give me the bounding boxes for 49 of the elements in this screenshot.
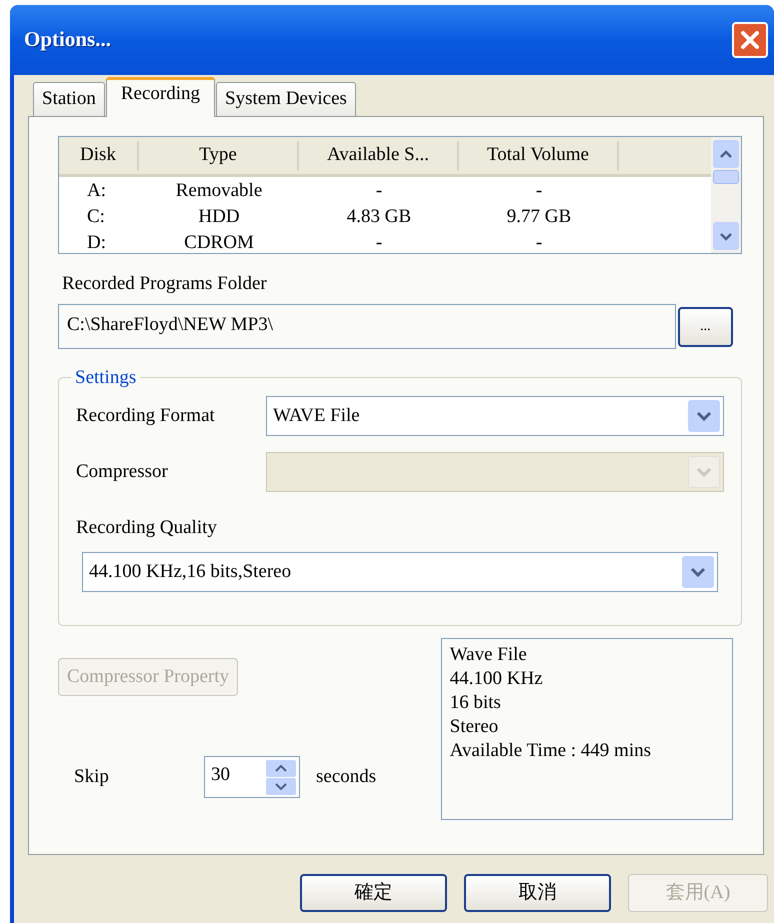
table-cell-text: C: (86, 207, 106, 227)
field-label: Recording Quality (76, 516, 218, 540)
table-cell-text: A: (86, 181, 107, 201)
field-label: Recording Format (76, 404, 216, 428)
column-header[interactable]: Type (139, 142, 299, 170)
tab[interactable]: System Devices (216, 82, 356, 116)
close-icon (740, 30, 760, 50)
table-cell-text: HDD (197, 207, 241, 227)
browse-button[interactable]: ... (678, 306, 733, 346)
info-line: 16 bits (450, 691, 502, 715)
tab[interactable]: Station (33, 82, 105, 116)
table-cell-text: - (534, 181, 544, 201)
table-cell-text: D: (86, 233, 107, 253)
close-button[interactable] (732, 22, 768, 58)
scroll-thumb[interactable] (713, 170, 739, 184)
table-cell-text: 4.83 GB (346, 207, 412, 227)
dialog-button[interactable]: 確定 (300, 874, 447, 912)
column-header[interactable]: Available S... (299, 142, 459, 170)
quality-dropdown[interactable]: 44.100 KHz,16 bits,Stereo (82, 552, 718, 592)
info-line: Wave File (450, 643, 528, 667)
spin-up-button[interactable] (266, 760, 296, 776)
info-line: Available Time : 449 mins (450, 739, 652, 763)
folder-field[interactable]: C:\ShareFloyd\NEW MP3\ (58, 304, 676, 349)
unit-label: seconds (316, 764, 376, 789)
table-cell-text: - (374, 181, 384, 201)
dropdown[interactable]: WAVE File (266, 396, 724, 436)
column-header[interactable]: Total Volume (459, 142, 619, 170)
table-cell-text: - (374, 233, 384, 253)
column-header[interactable]: Disk (59, 142, 139, 170)
tab[interactable]: Recording (106, 77, 215, 117)
scrollbar[interactable] (711, 137, 741, 253)
dropdown-button[interactable] (682, 556, 714, 588)
table-cell-text: CDROM (183, 233, 255, 253)
field-label: Recorded Programs Folder (62, 272, 268, 294)
window-title: Options... (24, 26, 111, 54)
skip-label: Skip (74, 764, 110, 789)
dropdown-button[interactable] (688, 400, 720, 432)
dropdown-value: WAVE File (273, 404, 361, 428)
info-line: Stereo (450, 715, 500, 739)
table-cell-text: 9.77 GB (506, 207, 572, 227)
scroll-up-button[interactable] (713, 140, 739, 168)
dialog-button[interactable]: 取消 (464, 874, 611, 912)
info-line: 44.100 KHz (450, 667, 544, 691)
scroll-down-button[interactable] (713, 222, 739, 250)
spin-down-button[interactable] (266, 778, 296, 794)
field-label: Compressor (76, 460, 169, 484)
skip-spinner[interactable]: 30 (204, 756, 300, 798)
table-cell-text: Removable (174, 181, 264, 201)
table-cell-text: - (534, 233, 544, 253)
